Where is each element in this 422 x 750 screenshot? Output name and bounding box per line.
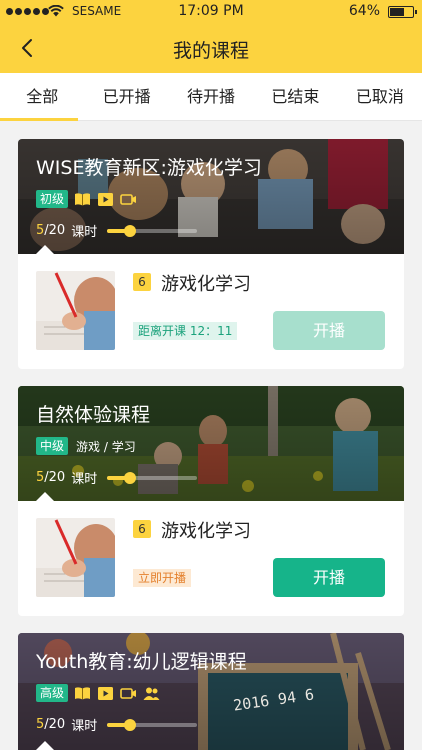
video-play-icon xyxy=(98,192,114,206)
header-bar: SESAME 17:09 PM 64% 我的课程 xyxy=(0,0,422,73)
nav-bar: 我的课程 xyxy=(0,24,422,73)
course-banner[interactable]: 自然体验课程 中级 游戏 / 学习 5 /20 课时 xyxy=(18,386,404,501)
status-bar: SESAME 17:09 PM 64% xyxy=(0,0,422,24)
progress-slider-knob[interactable] xyxy=(123,471,136,484)
lesson-number-badge: 6 xyxy=(133,520,151,538)
countdown-badge: 距离开课 12：11 xyxy=(133,322,238,340)
progress-slider[interactable] xyxy=(107,224,198,237)
course-progress: 5 /20 课时 xyxy=(36,221,198,240)
tab-cancelled[interactable]: 已取消 xyxy=(338,73,422,120)
course-card[interactable]: 自然体验课程 中级 游戏 / 学习 5 /20 课时 6 游戏化学习 立即开播 … xyxy=(18,386,404,616)
course-banner[interactable]: WISE教育新区:游戏化学习 初级 5 /20 课时 xyxy=(18,139,404,254)
level-badge: 中级 xyxy=(36,437,69,455)
video-play-icon xyxy=(98,686,114,700)
course-card[interactable]: 2016 94 6 Youth教育:幼儿逻辑课程 高级 5 /20 课时 xyxy=(18,633,404,750)
progress-total: /20 xyxy=(44,470,66,485)
course-progress: 5 /20 课时 xyxy=(36,715,198,734)
start-live-button[interactable]: 开播 xyxy=(273,311,385,350)
progress-total: /20 xyxy=(44,717,66,732)
progress-unit: 课时 xyxy=(71,719,98,734)
progress-unit: 课时 xyxy=(71,225,98,240)
start-now-badge: 立即开播 xyxy=(133,569,192,587)
start-live-button[interactable]: 开播 xyxy=(273,558,385,597)
book-icon xyxy=(75,686,91,699)
progress-slider[interactable] xyxy=(107,471,198,484)
progress-total: /20 xyxy=(44,223,66,238)
page-title: 我的课程 xyxy=(172,40,249,62)
progress-slider-knob[interactable] xyxy=(123,718,136,731)
camera-icon xyxy=(120,687,137,699)
course-title: 自然体验课程 xyxy=(36,404,151,426)
book-icon xyxy=(75,192,91,205)
camera-icon xyxy=(120,193,137,205)
lesson-number-badge: 6 xyxy=(133,273,151,291)
progress-slider-knob[interactable] xyxy=(123,224,136,237)
lesson-title: 游戏化学习 xyxy=(161,521,251,542)
course-subtitle: 游戏 / 学习 xyxy=(76,439,136,454)
tab-bar: 全部 已开播 待开播 已结束 已取消 xyxy=(0,73,422,121)
course-tags: 高级 xyxy=(36,684,160,702)
lesson-thumbnail xyxy=(36,518,115,597)
course-tags: 中级 游戏 / 学习 xyxy=(36,437,136,455)
progress-current: 5 xyxy=(36,223,45,238)
tab-all[interactable]: 全部 xyxy=(0,73,84,121)
battery-icon xyxy=(388,6,417,18)
tab-upcoming[interactable]: 待开播 xyxy=(169,73,253,120)
progress-current: 5 xyxy=(36,470,45,485)
lesson-row[interactable]: 6 游戏化学习 立即开播 开播 xyxy=(18,501,404,616)
progress-slider[interactable] xyxy=(107,718,198,731)
lesson-row[interactable]: 6 游戏化学习 距离开课 12：11 开播 xyxy=(18,254,404,369)
progress-current: 5 xyxy=(36,717,45,732)
battery-percent: 64% xyxy=(348,3,380,19)
course-tags: 初级 xyxy=(36,190,137,208)
tab-live[interactable]: 已开播 xyxy=(84,73,168,120)
lesson-title: 游戏化学习 xyxy=(161,274,251,295)
progress-unit: 课时 xyxy=(71,472,98,487)
group-icon xyxy=(143,687,160,700)
course-card[interactable]: WISE教育新区:游戏化学习 初级 5 /20 课时 6 游戏化学习 距离开课 … xyxy=(18,139,404,369)
course-title: WISE教育新区:游戏化学习 xyxy=(36,157,262,179)
level-badge: 高级 xyxy=(36,684,69,702)
course-title: Youth教育:幼儿逻辑课程 xyxy=(36,651,247,673)
level-badge: 初级 xyxy=(36,190,69,208)
course-progress: 5 /20 课时 xyxy=(36,468,198,487)
lesson-thumbnail xyxy=(36,271,115,350)
tab-ended[interactable]: 已结束 xyxy=(253,73,337,120)
course-banner[interactable]: 2016 94 6 Youth教育:幼儿逻辑课程 高级 5 /20 课时 xyxy=(18,633,404,750)
